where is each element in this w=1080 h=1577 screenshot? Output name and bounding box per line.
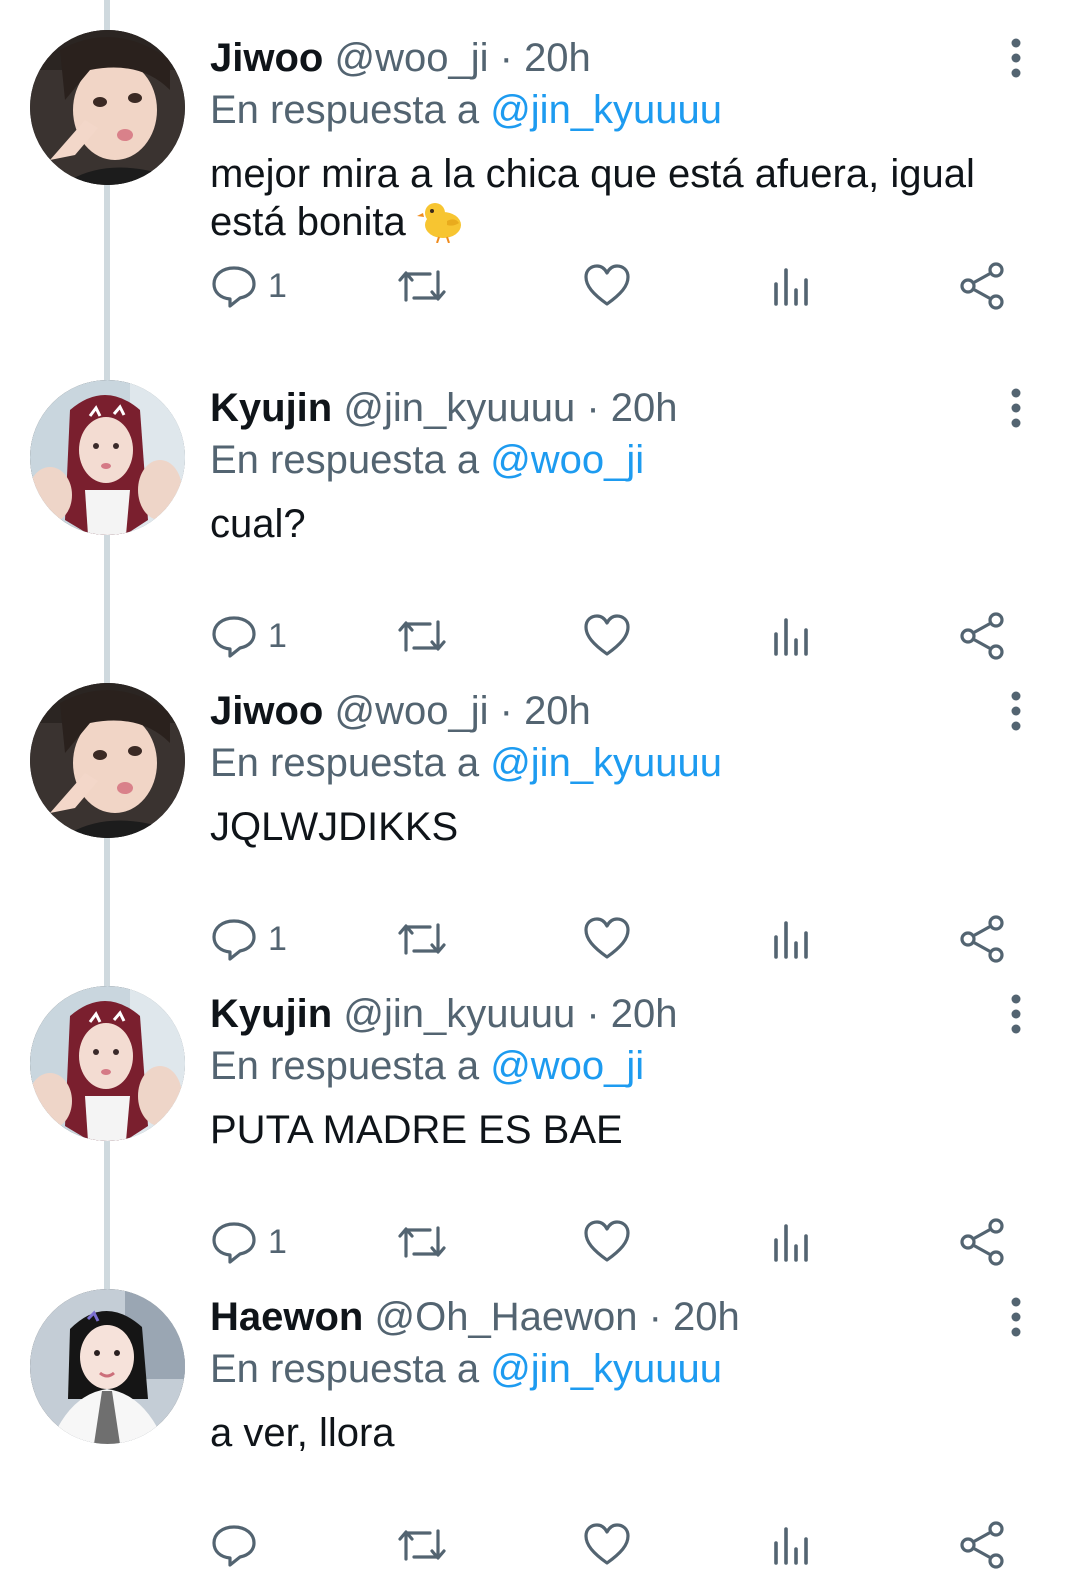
share-button[interactable] (958, 258, 1006, 314)
display-name[interactable]: Jiwoo (210, 689, 323, 733)
more-options-icon[interactable] (1000, 689, 1032, 733)
tweet-text-content: JQLWJDIKKS (210, 805, 459, 849)
retweet-button[interactable] (396, 1517, 448, 1573)
reply-prefix: En respuesta a (210, 88, 480, 132)
mention-link[interactable]: @jin_kyuuuu (490, 741, 722, 785)
reply-context: En respuesta a @jin_kyuuuu (210, 1345, 722, 1393)
reply-count: 1 (268, 266, 287, 305)
more-options-icon[interactable] (1000, 36, 1032, 80)
avatar[interactable] (30, 1289, 185, 1444)
avatar[interactable] (30, 986, 185, 1141)
views-icon (774, 1527, 808, 1565)
tweet-header: Kyujin @jin_kyuuuu · 20h (210, 990, 678, 1038)
reply-context: En respuesta a @woo_ji (210, 436, 644, 484)
chick-emoji-icon (416, 199, 465, 244)
reply-icon (212, 266, 256, 308)
tweet-text: PUTA MADRE ES BAE (210, 1106, 1030, 1154)
user-handle[interactable]: @woo_ji (334, 689, 488, 733)
like-button[interactable] (583, 258, 631, 314)
tweet[interactable]: Haewon @Oh_Haewon · 20h En respuesta a @… (0, 1259, 1080, 1569)
retweet-icon (398, 270, 446, 302)
tweet-text: cual? (210, 500, 1030, 548)
tweet-text: mejor mira a la chica que está afuera, i… (210, 150, 1030, 246)
mention-link[interactable]: @woo_ji (490, 438, 644, 482)
tweet-text-content: mejor mira a la chica que está afuera, i… (210, 152, 975, 244)
display-name[interactable]: Kyujin (210, 992, 332, 1036)
avatar[interactable] (30, 683, 185, 838)
tweet[interactable]: Kyujin @jin_kyuuuu · 20h En respuesta a … (0, 350, 1080, 660)
separator-dot: · (648, 1295, 662, 1339)
tweet-text-content: PUTA MADRE ES BAE (210, 1108, 623, 1152)
reply-prefix: En respuesta a (210, 438, 480, 482)
like-button[interactable] (583, 1517, 631, 1573)
timestamp[interactable]: 20h (673, 1295, 740, 1339)
tweet-header: Haewon @Oh_Haewon · 20h (210, 1293, 740, 1341)
views-button[interactable] (772, 1517, 812, 1573)
display-name[interactable]: Jiwoo (210, 36, 323, 80)
user-handle[interactable]: @Oh_Haewon (374, 1295, 637, 1339)
tweet-actions: 1 (210, 258, 1010, 318)
reply-prefix: En respuesta a (210, 1044, 480, 1088)
mention-link[interactable]: @jin_kyuuuu (490, 1347, 722, 1391)
reply-count: 1 (268, 616, 287, 655)
retweet-icon (398, 1529, 446, 1561)
mention-link[interactable]: @jin_kyuuuu (490, 88, 722, 132)
heart-icon (584, 1523, 630, 1565)
share-button[interactable] (958, 1517, 1006, 1573)
mention-link[interactable]: @woo_ji (490, 1044, 644, 1088)
user-handle[interactable]: @jin_kyuuuu (343, 992, 575, 1036)
share-icon (960, 262, 1004, 310)
tweet-text: a ver, llora (210, 1409, 1030, 1457)
tweet-text-content: a ver, llora (210, 1411, 395, 1455)
separator-dot: · (586, 386, 600, 430)
tweet-header: Jiwoo @woo_ji · 20h (210, 34, 591, 82)
views-icon (774, 268, 808, 306)
tweet[interactable]: Jiwoo @woo_ji · 20h En respuesta a @jin_… (0, 0, 1080, 310)
tweet-text: JQLWJDIKKS (210, 803, 1030, 851)
user-handle[interactable]: @jin_kyuuuu (343, 386, 575, 430)
tweet-header: Jiwoo @woo_ji · 20h (210, 687, 591, 735)
avatar[interactable] (30, 30, 185, 185)
retweet-button[interactable] (396, 258, 448, 314)
tweet[interactable]: Kyujin @jin_kyuuuu · 20h En respuesta a … (0, 956, 1080, 1266)
timestamp[interactable]: 20h (611, 992, 678, 1036)
timestamp[interactable]: 20h (524, 36, 591, 80)
reply-prefix: En respuesta a (210, 1347, 480, 1391)
separator-dot: · (499, 36, 513, 80)
timestamp[interactable]: 20h (524, 689, 591, 733)
reply-context: En respuesta a @jin_kyuuuu (210, 739, 722, 787)
more-options-icon[interactable] (1000, 386, 1032, 430)
reply-count: 1 (268, 1222, 287, 1261)
avatar[interactable] (30, 380, 185, 535)
more-options-icon[interactable] (1000, 1295, 1032, 1339)
timestamp[interactable]: 20h (611, 386, 678, 430)
reply-button[interactable]: 1 (210, 258, 287, 314)
reply-context: En respuesta a @woo_ji (210, 1042, 644, 1090)
reply-count: 1 (268, 919, 287, 958)
reply-context: En respuesta a @jin_kyuuuu (210, 86, 722, 134)
share-icon (960, 1521, 1004, 1569)
tweet[interactable]: Jiwoo @woo_ji · 20h En respuesta a @jin_… (0, 653, 1080, 963)
display-name[interactable]: Kyujin (210, 386, 332, 430)
reply-prefix: En respuesta a (210, 741, 480, 785)
separator-dot: · (586, 992, 600, 1036)
heart-icon (584, 264, 630, 306)
tweet-text-content: cual? (210, 502, 306, 546)
reply-button[interactable] (210, 1517, 268, 1573)
separator-dot: · (499, 689, 513, 733)
user-handle[interactable]: @woo_ji (334, 36, 488, 80)
reply-icon (212, 1525, 256, 1567)
tweet-header: Kyujin @jin_kyuuuu · 20h (210, 384, 678, 432)
views-button[interactable] (772, 258, 812, 314)
display-name[interactable]: Haewon (210, 1295, 363, 1339)
tweet-actions (210, 1517, 1010, 1577)
more-options-icon[interactable] (1000, 992, 1032, 1036)
